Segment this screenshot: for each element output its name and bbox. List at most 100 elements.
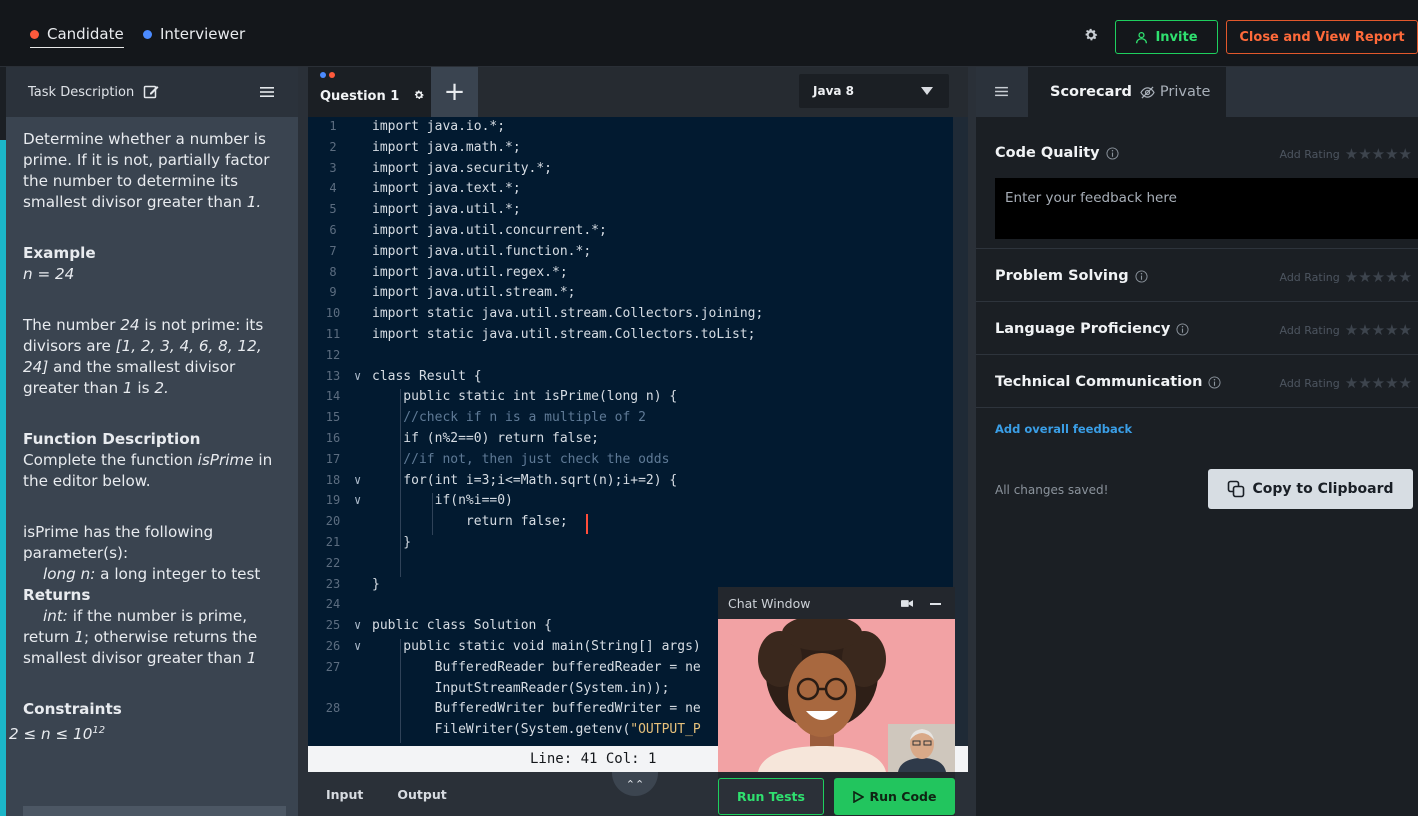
line-number: 15	[325, 410, 341, 425]
private-indicator: Private	[1140, 84, 1210, 100]
chat-window: Chat Window Run Tests Run Code	[718, 587, 955, 816]
info-icon[interactable]	[1208, 375, 1221, 389]
role-interviewer[interactable]: Interviewer	[143, 25, 245, 43]
play-icon	[852, 790, 864, 803]
code-line: public static int isPrime(long n) {	[372, 389, 678, 405]
code-line: import java.util.function.*;	[372, 243, 592, 259]
save-status: All changes saved!	[995, 483, 1109, 497]
settings-gear-icon[interactable]	[1083, 27, 1099, 43]
chevron-down-icon	[921, 87, 933, 95]
right-divider[interactable]	[968, 67, 976, 816]
code-line: public static void main(String[] args)	[372, 639, 701, 654]
tab-question-1[interactable]: Question 1	[308, 67, 431, 117]
fold-chevron-icon[interactable]: ∨	[354, 618, 361, 632]
question-settings-gear-icon[interactable]	[413, 89, 425, 101]
constraint-item: 2 ≤ n ≤ 1012	[9, 725, 106, 744]
add-rating[interactable]: Add Rating ★★★★★	[1279, 321, 1412, 339]
candidate-video	[718, 619, 955, 772]
task-description-panel: Task Description Determine whether a num…	[6, 67, 298, 816]
fold-chevron-icon[interactable]: ∨	[354, 493, 361, 507]
code-line: BufferedReader bufferedReader = ne	[372, 659, 701, 675]
code-line: class Result {	[372, 368, 482, 384]
language-select[interactable]: Java 8	[799, 74, 949, 108]
line-number: 23	[325, 576, 341, 591]
left-divider[interactable]	[298, 67, 308, 816]
returns-heading: Returns	[23, 586, 91, 604]
role-candidate[interactable]: Candidate	[30, 25, 124, 48]
code-line: if(n%i==0)	[372, 493, 513, 509]
code-line: InputStreamReader(System.in));	[372, 680, 670, 696]
add-question-tab-button[interactable]: +	[431, 67, 478, 117]
code-line: FileWriter(System.getenv("OUTPUT_P	[372, 722, 701, 738]
task-content: Determine whether a number is prime. If …	[6, 117, 298, 745]
line-number: 9	[329, 285, 337, 300]
video-camera-icon[interactable]	[901, 599, 913, 608]
code-line: public class Solution {	[372, 618, 553, 634]
tab-input[interactable]: Input	[326, 787, 363, 802]
role-candidate-label: Candidate	[47, 25, 124, 43]
tab-scorecard[interactable]: Scorecard Private	[1028, 67, 1226, 117]
star-rating-icon: ★★★★★	[1344, 268, 1412, 286]
fold-chevron-icon[interactable]: ∨	[354, 473, 361, 487]
copy-label: Copy to Clipboard	[1252, 481, 1394, 497]
line-number: 4	[329, 181, 337, 196]
task-header: Task Description	[6, 67, 298, 117]
invite-button[interactable]: Invite	[1115, 20, 1218, 54]
fold-chevron-icon[interactable]: ∨	[354, 639, 361, 653]
close-and-view-report-button[interactable]: Close and View Report	[1226, 20, 1418, 54]
param-item: long n: a long integer to test	[43, 565, 261, 583]
code-line: import static java.util.stream.Collector…	[372, 327, 756, 342]
code-line: if (n%2==0) return false;	[372, 431, 599, 446]
indent-guide	[432, 493, 433, 535]
task-menu-icon[interactable]	[260, 86, 274, 98]
feedback-input[interactable]	[995, 178, 1418, 239]
task-scrollbar[interactable]	[23, 806, 286, 816]
rating-row-technical-communication: Technical Communication Add Rating ★★★★★	[976, 355, 1418, 408]
edit-icon[interactable]	[143, 84, 159, 100]
code-line: import java.math.*;	[372, 139, 521, 155]
line-number: 25	[325, 618, 341, 633]
editor-tab-bar: Question 1 + Java 8	[308, 67, 968, 117]
info-icon[interactable]	[1135, 269, 1148, 283]
cursor-position: Line: 41 Col: 1	[530, 751, 657, 767]
interviewer-dot-icon	[143, 29, 152, 39]
code-line: for(int i=3;i<=Math.sqrt(n);i+=2) {	[372, 472, 678, 488]
presence-dots	[320, 72, 335, 78]
info-icon[interactable]	[1106, 146, 1119, 160]
code-line: import java.util.regex.*;	[372, 264, 568, 280]
tab-question-label: Question 1	[320, 88, 400, 104]
star-rating-icon: ★★★★★	[1344, 321, 1412, 339]
function-heading: Function Description	[23, 430, 201, 448]
line-number: 17	[325, 451, 341, 466]
add-rating[interactable]: Add Rating ★★★★★	[1279, 268, 1412, 286]
line-number: 12	[325, 347, 341, 362]
scorecard-menu-icon[interactable]	[995, 86, 1008, 97]
line-number: 6	[329, 223, 337, 237]
code-line: import java.text.*;	[372, 181, 521, 197]
code-line: import java.io.*;	[372, 119, 506, 134]
chat-header: Chat Window	[718, 587, 955, 619]
indent-guide	[400, 389, 401, 577]
add-rating[interactable]: Add Rating ★★★★★	[1279, 145, 1412, 163]
example-heading: Example	[23, 244, 96, 262]
indent-guide	[400, 639, 401, 743]
copy-to-clipboard-button[interactable]: Copy to Clipboard	[1208, 469, 1413, 509]
add-overall-feedback-link[interactable]: Add overall feedback	[995, 422, 1132, 436]
minimize-icon[interactable]	[930, 603, 941, 605]
line-number: 8	[329, 264, 337, 279]
line-number: 7	[329, 243, 337, 258]
code-line: import java.util.*;	[372, 202, 521, 218]
rating-title: Code Quality	[995, 145, 1119, 161]
rating-title: Technical Communication	[995, 374, 1221, 390]
add-rating[interactable]: Add Rating ★★★★★	[1279, 374, 1412, 392]
function-description: Complete the function isPrime in the edi…	[23, 451, 273, 490]
run-tests-button[interactable]: Run Tests	[718, 778, 824, 815]
info-icon[interactable]	[1176, 322, 1189, 336]
line-number: 1	[329, 119, 337, 133]
eye-slash-icon	[1140, 86, 1155, 98]
user-icon	[1136, 31, 1148, 43]
fold-chevron-icon[interactable]: ∨	[354, 369, 361, 383]
editor-scrollbar[interactable]	[953, 117, 968, 772]
tab-output[interactable]: Output	[397, 787, 446, 802]
run-code-button[interactable]: Run Code	[834, 778, 955, 815]
